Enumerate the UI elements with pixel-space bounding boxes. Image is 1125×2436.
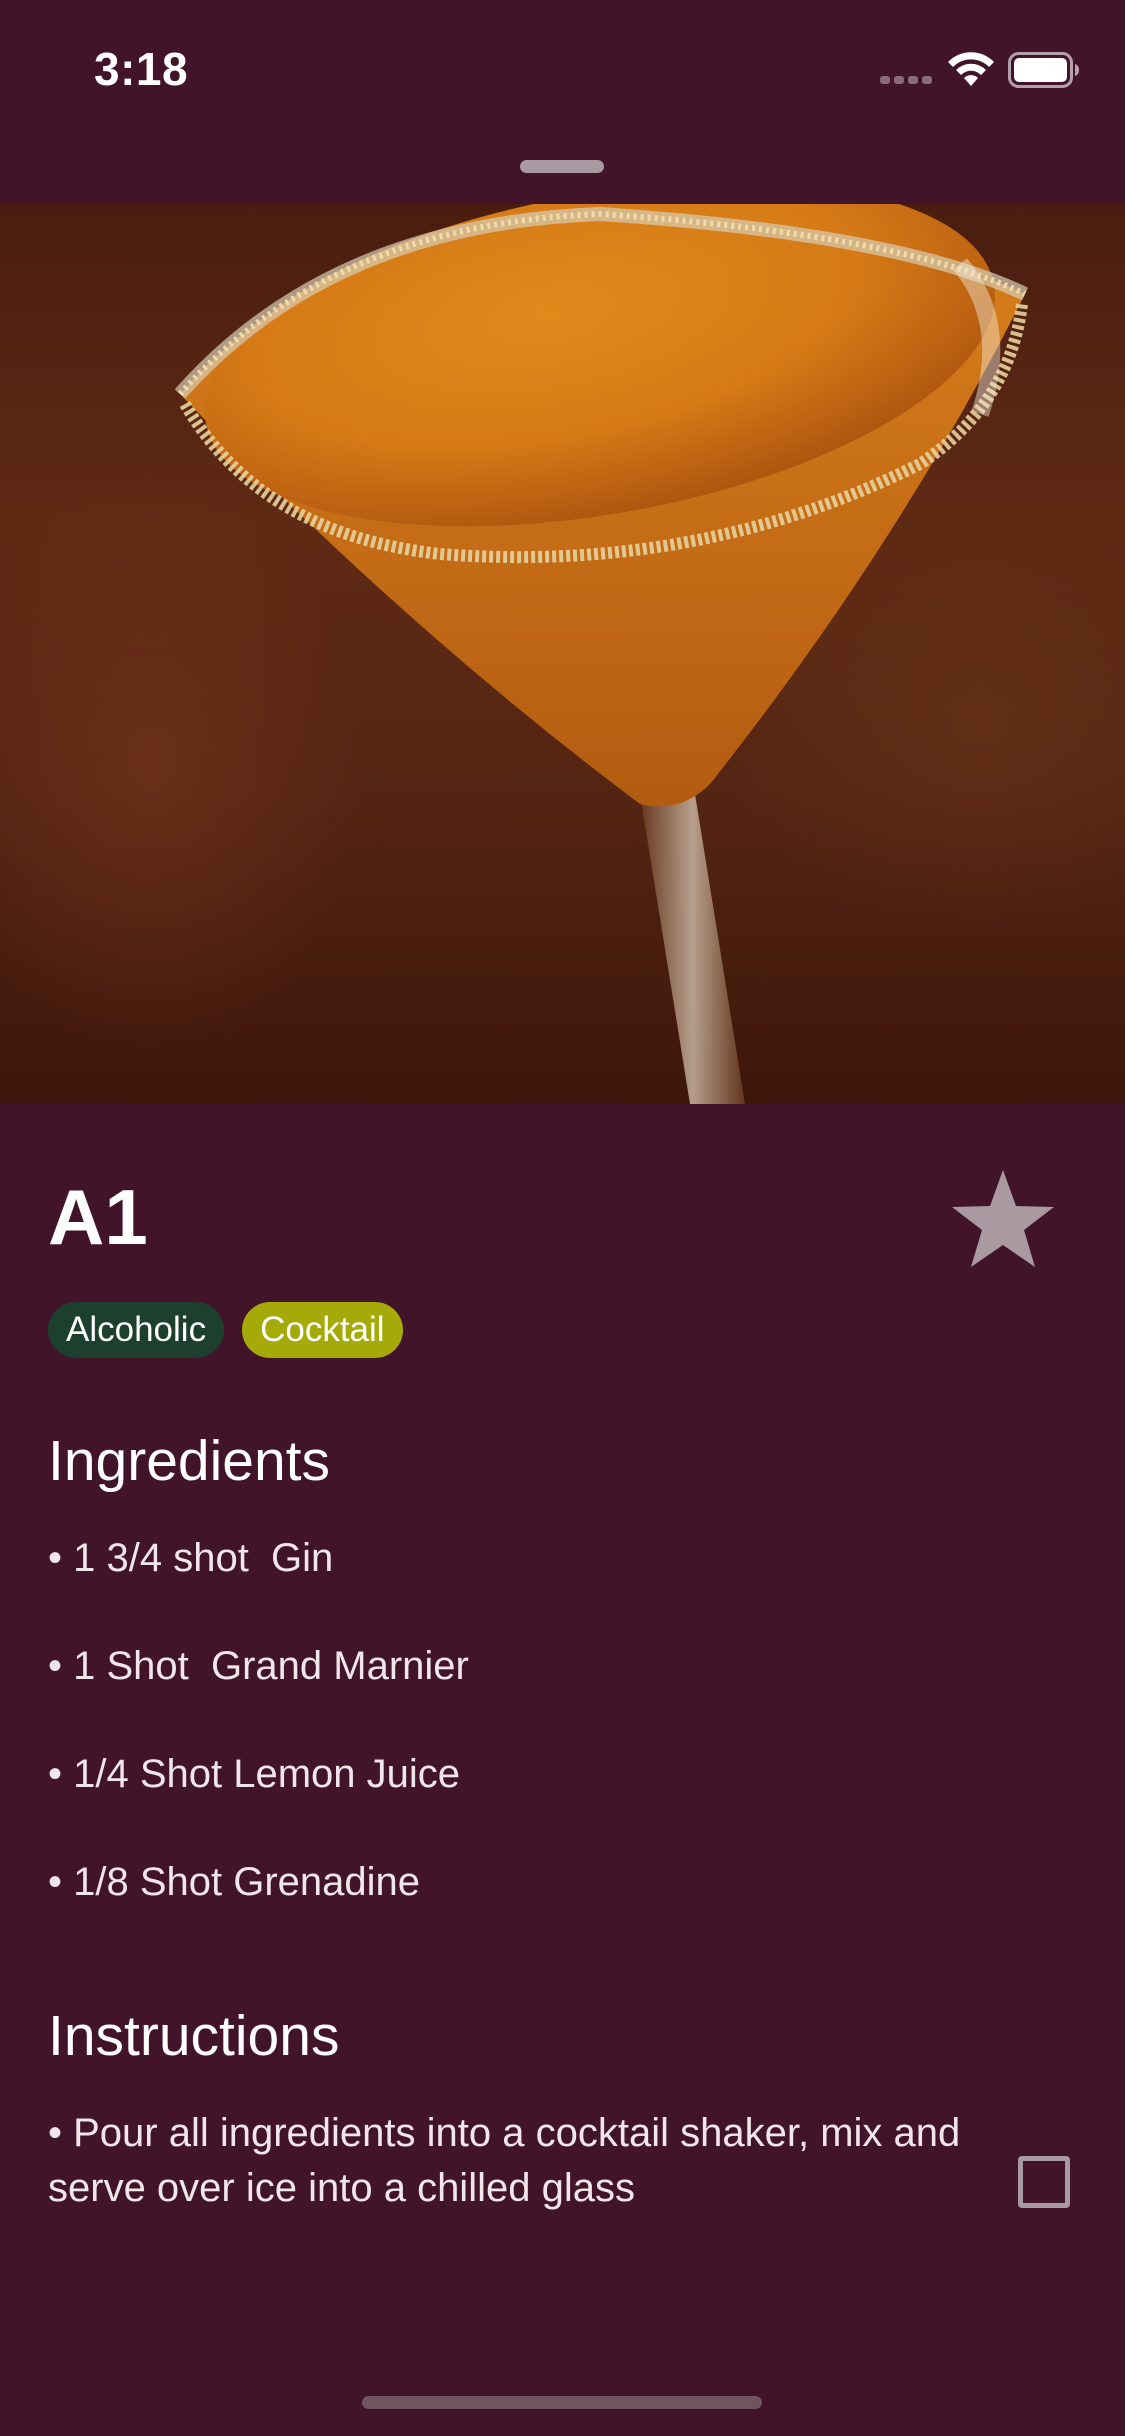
ingredient-item: • 1/4 Shot Lemon Juice [48, 1752, 461, 1796]
status-bar: 3:18 [0, 0, 1125, 140]
ingredients-list: • 1 3/4 shot Gin • 1 Shot Grand Marnier … [48, 1530, 1048, 1962]
star-icon [952, 1170, 1054, 1267]
wifi-icon [948, 52, 994, 86]
instruction-step: • Pour all ingredients into a cocktail s… [48, 2106, 1078, 2236]
tag-cocktail: Cocktail [242, 1302, 403, 1358]
ingredient-item: • 1 Shot Grand Marnier [48, 1644, 469, 1688]
ingredient-item: • 1/8 Shot Grenadine [48, 1860, 421, 1904]
drink-title: A1 [48, 1173, 148, 1261]
status-time: 3:18 [94, 43, 189, 95]
drink-detail-screen: 3:18 A1 Alcoholic Cocktail Ingredients •… [0, 0, 1125, 2436]
instruction-done-checkbox[interactable] [1018, 2156, 1070, 2208]
cocktail-glass-illustration [174, 204, 1029, 1104]
instruction-text: • Pour all ingredients into a cocktail s… [48, 2111, 961, 2210]
instructions-heading: Instructions [48, 2004, 340, 2068]
cellular-signal-icon [880, 76, 934, 86]
tag-alcoholic: Alcoholic [48, 1302, 225, 1358]
ingredient-item: • 1 3/4 shot Gin [48, 1536, 334, 1580]
category-tags: Alcoholic Cocktail [48, 1302, 403, 1358]
battery-full-icon [1008, 52, 1079, 88]
cocktail-photo [0, 204, 1125, 1104]
favorite-button[interactable] [948, 1164, 1058, 1274]
sheet-grabber-handle[interactable] [520, 160, 604, 173]
ingredients-heading: Ingredients [48, 1429, 331, 1493]
home-indicator[interactable] [362, 2396, 762, 2409]
